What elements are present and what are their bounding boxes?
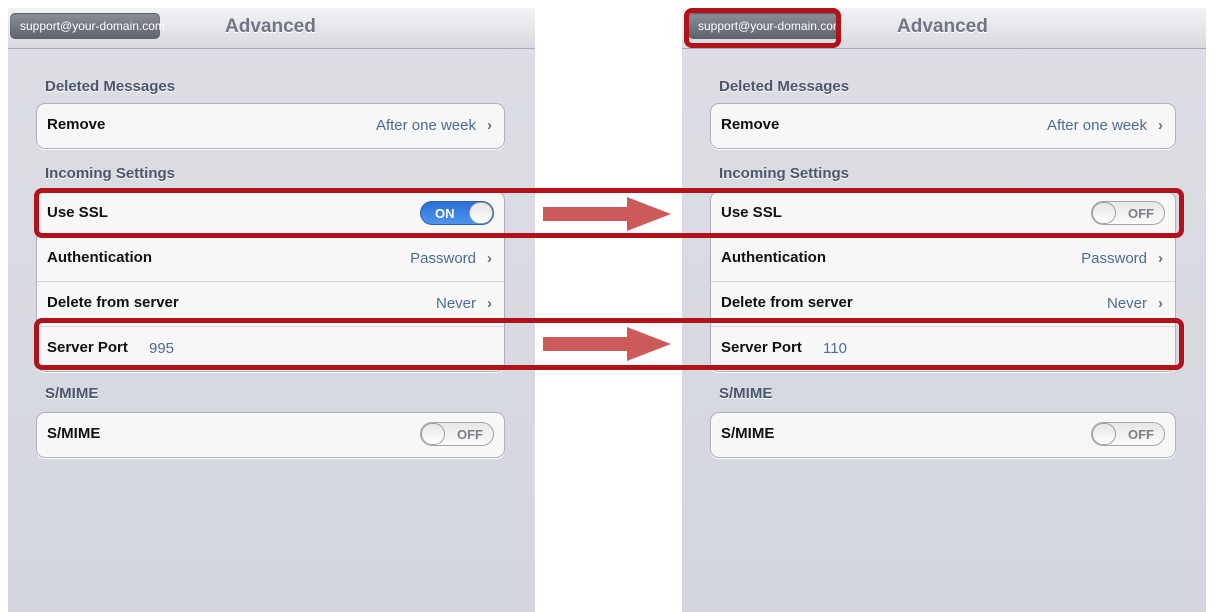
right-arrow-icon bbox=[543, 197, 671, 231]
chevron-right-icon: › bbox=[487, 250, 492, 267]
right-server-port-row[interactable]: Server Port 110 bbox=[711, 327, 1175, 371]
left-delete-from-server-row[interactable]: Delete from server Never › bbox=[37, 282, 504, 327]
right-use-ssl-row: Use SSL OFF bbox=[711, 192, 1175, 237]
left-server-port-value[interactable]: 995 bbox=[149, 340, 174, 357]
right-server-port-value[interactable]: 110 bbox=[823, 340, 847, 357]
right-navigation-bar: support@your-domain.com Advanced bbox=[682, 8, 1206, 49]
left-back-button[interactable]: support@your-domain.com bbox=[10, 13, 165, 39]
right-arrow-icon bbox=[543, 327, 671, 361]
right-delete-from-server-value: Never bbox=[1106, 295, 1147, 312]
chevron-right-icon: › bbox=[1158, 295, 1163, 312]
right-deleted-messages-group: Remove After one week › bbox=[710, 103, 1176, 149]
toggle-knob bbox=[1092, 423, 1116, 445]
right-delete-from-server-label: Delete from server bbox=[721, 294, 853, 311]
chevron-right-icon: › bbox=[487, 117, 492, 134]
right-page-title: Advanced bbox=[897, 16, 988, 37]
right-server-port-label: Server Port bbox=[721, 339, 802, 356]
left-incoming-settings-group: Use SSL ON Authentication Password › Del… bbox=[36, 191, 505, 372]
left-settings-screen: support@your-domain.com Advanced Deleted… bbox=[8, 8, 535, 612]
right-smime-label: S/MIME bbox=[721, 425, 775, 442]
left-server-port-row[interactable]: Server Port 995 bbox=[37, 327, 504, 371]
right-authentication-row[interactable]: Authentication Password › bbox=[711, 237, 1175, 282]
right-delete-from-server-row[interactable]: Delete from server Never › bbox=[711, 282, 1175, 327]
left-use-ssl-label: Use SSL bbox=[47, 204, 108, 221]
right-smime-row: S/MIME OFF bbox=[711, 413, 1175, 457]
left-incoming-settings-header: Incoming Settings bbox=[45, 165, 176, 182]
left-authentication-value: Password bbox=[410, 250, 476, 267]
right-remove-row[interactable]: Remove After one week › bbox=[711, 104, 1175, 148]
chevron-right-icon: › bbox=[1158, 117, 1163, 134]
chevron-right-icon: › bbox=[1158, 250, 1163, 267]
right-incoming-settings-group: Use SSL OFF Authentication Password › De… bbox=[710, 191, 1176, 372]
left-smime-row: S/MIME OFF bbox=[37, 413, 504, 457]
left-smime-toggle-state: OFF bbox=[457, 427, 483, 442]
left-deleted-messages-header: Deleted Messages bbox=[45, 78, 176, 95]
left-server-port-label: Server Port bbox=[47, 339, 128, 356]
left-remove-label: Remove bbox=[47, 116, 106, 133]
right-authentication-label: Authentication bbox=[721, 249, 826, 266]
left-use-ssl-toggle-state: ON bbox=[435, 206, 455, 221]
toggle-knob bbox=[421, 423, 445, 445]
right-smime-group: S/MIME OFF bbox=[710, 412, 1176, 458]
left-remove-row[interactable]: Remove After one week › bbox=[37, 104, 504, 148]
left-smime-header: S/MIME bbox=[45, 385, 99, 402]
left-delete-from-server-label: Delete from server bbox=[47, 294, 179, 311]
left-delete-from-server-value: Never bbox=[435, 295, 476, 312]
right-settings-screen: support@your-domain.com Advanced Deleted… bbox=[682, 8, 1206, 612]
toggle-knob bbox=[469, 202, 493, 224]
right-use-ssl-label: Use SSL bbox=[721, 204, 782, 221]
right-back-button[interactable]: support@your-domain.com bbox=[688, 13, 843, 39]
left-deleted-messages-group: Remove After one week › bbox=[36, 103, 505, 149]
left-page-title: Advanced bbox=[225, 16, 316, 37]
right-smime-toggle-state: OFF bbox=[1128, 427, 1154, 442]
right-smime-header: S/MIME bbox=[719, 385, 773, 402]
right-authentication-value: Password bbox=[1081, 250, 1147, 267]
right-smime-toggle[interactable]: OFF bbox=[1091, 422, 1165, 446]
comparison-stage: support@your-domain.com Advanced Deleted… bbox=[0, 0, 1212, 612]
left-smime-toggle[interactable]: OFF bbox=[420, 422, 494, 446]
left-use-ssl-toggle[interactable]: ON bbox=[420, 201, 494, 225]
right-incoming-settings-header: Incoming Settings bbox=[719, 165, 850, 182]
left-authentication-label: Authentication bbox=[47, 249, 152, 266]
right-use-ssl-toggle-state: OFF bbox=[1128, 206, 1154, 221]
left-navigation-bar: support@your-domain.com Advanced bbox=[8, 8, 535, 49]
left-remove-value: After one week bbox=[375, 117, 476, 134]
right-deleted-messages-header: Deleted Messages bbox=[719, 78, 850, 95]
left-use-ssl-row: Use SSL ON bbox=[37, 192, 504, 237]
toggle-knob bbox=[1092, 202, 1116, 224]
chevron-right-icon: › bbox=[487, 295, 492, 312]
right-use-ssl-toggle[interactable]: OFF bbox=[1091, 201, 1165, 225]
left-smime-label: S/MIME bbox=[47, 425, 101, 442]
right-remove-value: After one week bbox=[1046, 117, 1147, 134]
left-smime-group: S/MIME OFF bbox=[36, 412, 505, 458]
right-remove-label: Remove bbox=[721, 116, 780, 133]
left-authentication-row[interactable]: Authentication Password › bbox=[37, 237, 504, 282]
